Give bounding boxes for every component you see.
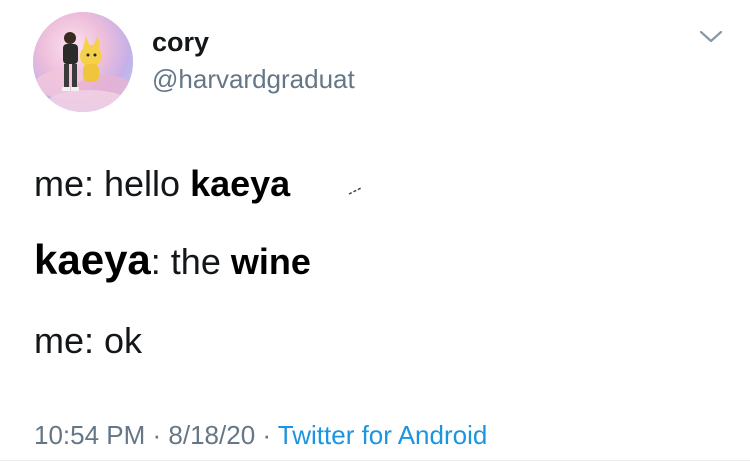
avatar[interactable] — [33, 12, 133, 112]
tweet-time[interactable]: 10:54 PM — [34, 420, 145, 450]
avatar-photo-icon — [33, 12, 133, 112]
author-display-name[interactable]: cory — [152, 27, 209, 58]
tweet-line-1-emphasis: kaeya — [190, 163, 291, 204]
tweet-line-2: kaeya: the wine — [34, 236, 311, 284]
author-handle[interactable]: @harvardgraduat — [152, 64, 355, 95]
chevron-down-icon[interactable] — [698, 28, 724, 46]
tweet-meta: 10:54 PM · 8/18/20 · Twitter for Android — [34, 420, 487, 451]
tweet-line-3: me: ok — [34, 320, 143, 361]
meta-separator: · — [255, 420, 278, 450]
tweet-line-1-prefix: me: hello — [34, 163, 191, 204]
meta-separator: · — [145, 420, 169, 450]
divider — [0, 460, 750, 461]
stray-mark-icon — [348, 187, 362, 195]
tweet-line-2-middle: : the — [150, 241, 231, 282]
tweet-date[interactable]: 8/18/20 — [168, 420, 255, 450]
tweet-source-link[interactable]: Twitter for Android — [278, 420, 488, 450]
tweet-line-2-emphasis: wine — [230, 241, 311, 282]
tweet-line-2-speaker: kaeya — [34, 236, 151, 283]
tweet-card: cory @harvardgraduat me: hello kaeya kae… — [0, 0, 750, 464]
tweet-line-1: me: hello kaeya — [34, 163, 290, 205]
